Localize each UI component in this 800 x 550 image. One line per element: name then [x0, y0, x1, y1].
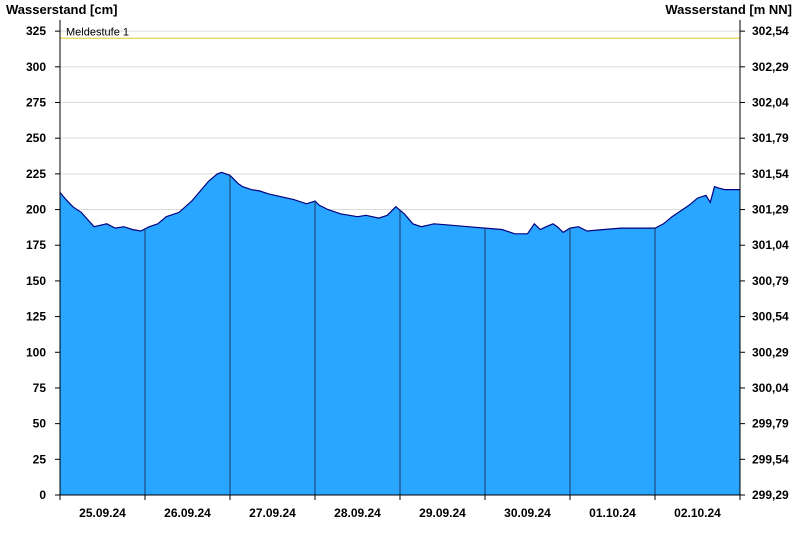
- left-tick-label-75: 75: [33, 381, 47, 395]
- right-tick-label-13: 302,54: [752, 24, 789, 38]
- left-tick-label-300: 300: [26, 60, 46, 74]
- left-tick-label-50: 50: [33, 417, 47, 431]
- x-tick-label-7: 02.10.24: [674, 506, 721, 520]
- right-tick-label-8: 301,29: [752, 203, 789, 217]
- x-tick-label-5: 30.09.24: [504, 506, 551, 520]
- left-tick-label-200: 200: [26, 203, 46, 217]
- left-tick-label-25: 25: [33, 452, 47, 466]
- x-ticks: 25.09.24 26.09.24 27.09.24 28.09.24 29.09.24…: [59, 495, 741, 520]
- x-tick-label-3: 28.09.24: [334, 506, 381, 520]
- left-tick-label-325: 325: [26, 24, 46, 38]
- right-tick-label-5: 300,54: [752, 310, 789, 324]
- threshold-label: Meldestufe 1: [66, 26, 129, 38]
- x-tick-label-4: 29.09.24: [419, 506, 466, 520]
- x-tick-label-2: 27.09.24: [249, 506, 296, 520]
- x-tick-label-0: 25.09.24: [79, 506, 126, 520]
- left-tick-label-125: 125: [26, 310, 46, 324]
- left-tick-label-275: 275: [26, 96, 46, 110]
- x-tick-label-1: 26.09.24: [164, 506, 211, 520]
- left-tick-label-225: 225: [26, 167, 46, 181]
- right-tick-label-6: 300,79: [752, 274, 789, 288]
- right-axis-title: Wasserstand [m NN]: [665, 2, 792, 17]
- threshold: Meldestufe 1: [60, 26, 740, 39]
- left-tick-label-100: 100: [26, 345, 46, 359]
- left-tick-label-0: 0: [39, 488, 46, 502]
- right-tick-label-2: 299,79: [752, 417, 789, 431]
- right-tick-label-7: 301,04: [752, 238, 789, 252]
- left-y-ticks: 0 25 50 75 100 125 150 175 200 225 250 275 300 325: [26, 24, 60, 502]
- right-tick-label-9: 301,54: [752, 167, 789, 181]
- water-level-chart: Wasserstand [cm] Wasserstand [m NN] Meld…: [6, 2, 792, 520]
- left-tick-label-250: 250: [26, 131, 46, 145]
- left-tick-label-175: 175: [26, 238, 46, 252]
- right-tick-label-1: 299,54: [752, 452, 789, 466]
- left-axis-title: Wasserstand [cm]: [6, 2, 118, 17]
- right-tick-label-4: 300,29: [752, 345, 789, 359]
- left-tick-label-150: 150: [26, 274, 46, 288]
- x-tick-label-6: 01.10.24: [589, 506, 636, 520]
- right-tick-label-11: 302,04: [752, 96, 789, 110]
- right-tick-label-10: 301,79: [752, 131, 789, 145]
- right-tick-label-0: 299,29: [752, 488, 789, 502]
- right-tick-label-3: 300,04: [752, 381, 789, 395]
- right-tick-label-12: 302,29: [752, 60, 789, 74]
- right-y-ticks: 299,29 299,54 299,79 300,04 300,29 300,54 300,…: [740, 24, 789, 502]
